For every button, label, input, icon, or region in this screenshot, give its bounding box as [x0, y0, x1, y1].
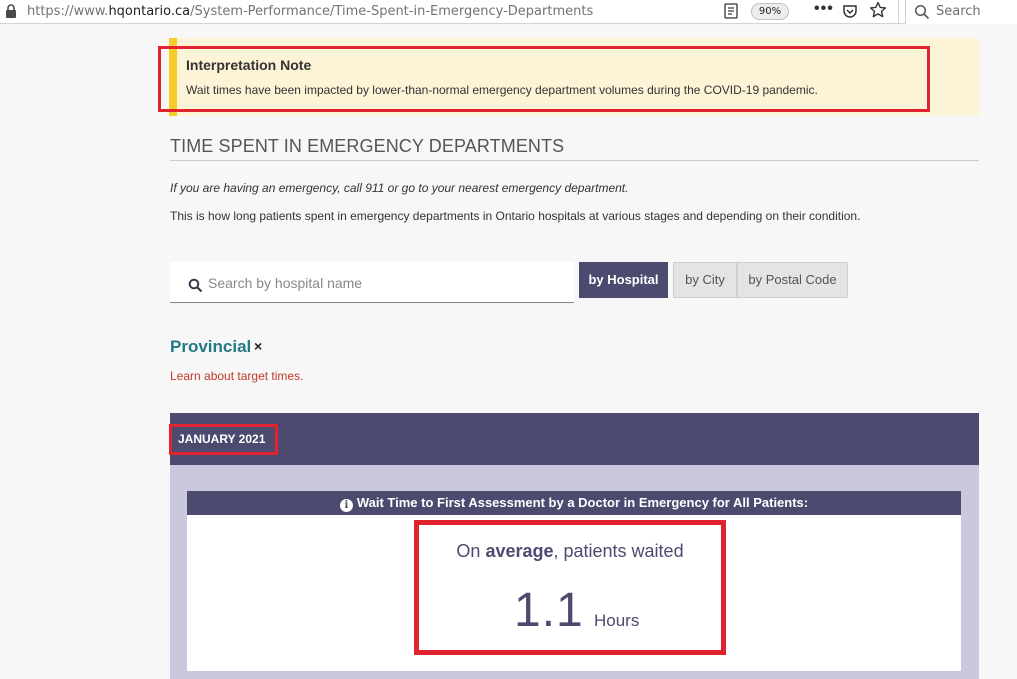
page-title: TIME SPENT IN EMERGENCY DEPARTMENTS [170, 136, 565, 156]
browser-toolbar: https://www.hqontario.ca/System-Performa… [0, 0, 1017, 24]
note-title: Interpretation Note [186, 57, 312, 73]
tab-by-hospital[interactable]: by Hospital [579, 262, 668, 298]
browser-search-placeholder: Search [936, 4, 981, 19]
intro-text: This is how long patients spent in emerg… [170, 209, 861, 223]
avg-bold: average [485, 541, 554, 561]
emergency-notice: If you are having an emergency, call 911… [170, 181, 629, 195]
learn-target-times-link[interactable]: Learn about target times. [170, 369, 303, 383]
reader-view-icon[interactable] [724, 3, 738, 19]
url-domain: hqontario.ca [108, 4, 191, 19]
note-highlight-outline [158, 46, 930, 112]
url-path: /System-Performance/Time-Spent-in-Emerge… [190, 4, 594, 19]
avg-prefix: On [456, 541, 486, 561]
url-prefix: https://www. [27, 4, 109, 19]
info-icon[interactable]: i [339, 499, 353, 512]
search-icon [188, 278, 203, 293]
avg-suffix: , patients waited [553, 541, 684, 561]
tab-by-postal-code[interactable]: by Postal Code [737, 262, 848, 298]
bookmark-star-icon[interactable] [869, 1, 887, 19]
toolbar-separator [898, 0, 899, 24]
hospital-search[interactable] [170, 262, 574, 303]
month-header [170, 413, 979, 465]
browser-search-box[interactable]: Search [905, 0, 1017, 24]
selected-region: Provincial [170, 337, 252, 356]
average-wait-value: 1.1 [514, 584, 584, 637]
search-icon [914, 4, 930, 20]
note-text: Wait times have been impacted by lower-t… [186, 83, 818, 97]
card-title: i Wait Time to First Assessment by a Doct… [187, 491, 961, 515]
average-wait-unit: Hours [594, 611, 640, 630]
page-actions-icon[interactable]: ••• [814, 1, 834, 17]
tab-by-city[interactable]: by City [673, 262, 737, 298]
card-title-text: Wait Time to First Assessment by a Docto… [356, 495, 809, 510]
address-bar[interactable]: https://www.hqontario.ca/System-Performa… [27, 4, 593, 19]
zoom-level[interactable]: 90% [751, 3, 789, 20]
average-caption: On average, patients waited [414, 541, 726, 562]
pocket-icon[interactable] [842, 3, 858, 19]
remove-region-button[interactable]: × [254, 338, 262, 354]
heading-divider [170, 160, 979, 161]
search-input[interactable] [208, 272, 563, 294]
lock-icon [6, 4, 16, 18]
report-month: JANUARY 2021 [169, 424, 278, 455]
